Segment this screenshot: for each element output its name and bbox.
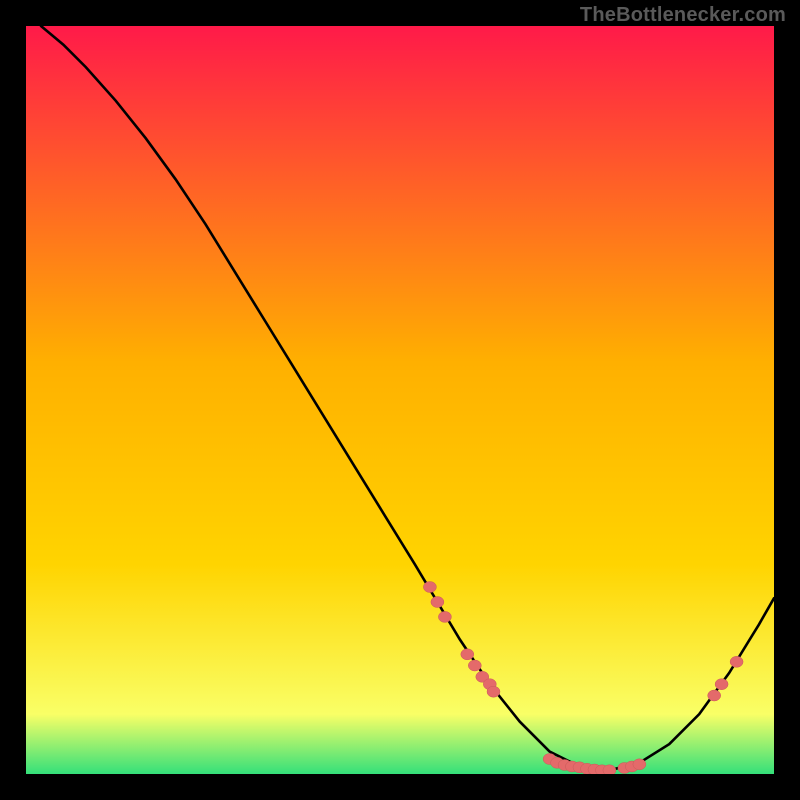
- marker-dot: [708, 690, 721, 701]
- marker-dot: [603, 765, 616, 774]
- watermark-text: TheBottlenecker.com: [580, 4, 786, 27]
- marker-dot: [468, 660, 481, 671]
- chart-stage: TheBottlenecker.com: [0, 0, 800, 800]
- plot-area: [26, 26, 774, 774]
- chart-svg: [26, 26, 774, 774]
- marker-dot: [423, 582, 436, 593]
- marker-dot: [715, 679, 728, 690]
- marker-dot: [461, 649, 474, 660]
- gradient-background: [26, 26, 774, 774]
- marker-dot: [730, 656, 743, 667]
- marker-dot: [431, 597, 444, 608]
- marker-dot: [633, 759, 646, 770]
- marker-dot: [438, 611, 451, 622]
- marker-dot: [487, 686, 500, 697]
